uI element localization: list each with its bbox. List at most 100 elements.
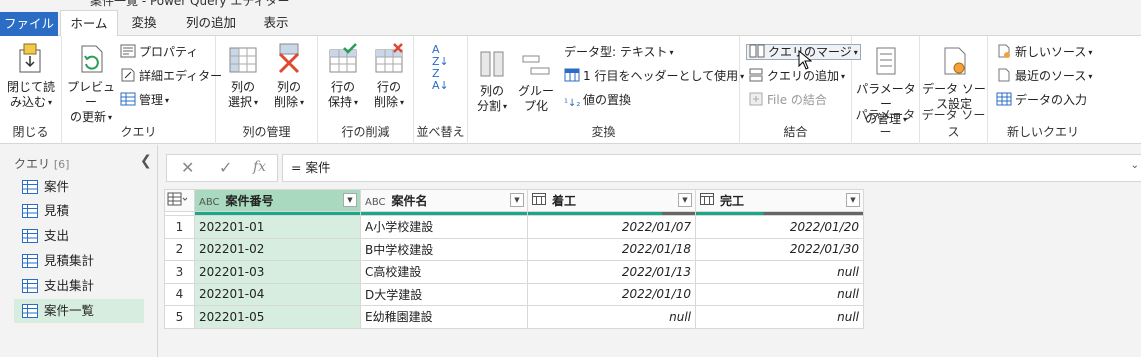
- tab-add-column[interactable]: 列の追加: [172, 10, 250, 36]
- replace-values-button[interactable]: ¹↓₂ 値の置換: [564, 90, 631, 110]
- cell[interactable]: B中学校建設: [360, 237, 528, 261]
- cell[interactable]: 2022/01/20: [695, 215, 864, 239]
- table-row: 5 202201-05 E幼稚園建設 null null: [164, 305, 864, 329]
- group-label-close: 閉じる: [12, 125, 49, 139]
- cell[interactable]: null: [695, 305, 864, 329]
- split-column-icon: [480, 51, 504, 77]
- filter-dropdown-icon[interactable]: ▼: [846, 193, 860, 207]
- cell[interactable]: 202201-05: [194, 305, 361, 329]
- cancel-icon[interactable]: ✕: [181, 158, 194, 177]
- cell[interactable]: C高校建設: [360, 260, 528, 284]
- row-number[interactable]: 1: [164, 215, 195, 239]
- tab-file[interactable]: ファイル: [0, 12, 58, 36]
- expand-formula-icon[interactable]: ⌄: [1131, 160, 1139, 171]
- table-icon: [120, 92, 136, 106]
- table-icon: [22, 304, 38, 318]
- properties-button[interactable]: プロパティ: [120, 42, 198, 62]
- keep-rows-button[interactable]: 行の 保持 ▾: [320, 42, 366, 110]
- table-row: 4 202201-04 D大学建設 2022/01/10 null: [164, 282, 864, 306]
- query-item[interactable]: 支出: [14, 224, 144, 248]
- cell[interactable]: 202201-01: [194, 215, 361, 239]
- table-menu-icon: [167, 192, 188, 206]
- queries-pane: クエリ [6] ❮ 案件 見積 支出 見積集計 支出集計 案件一覧: [0, 145, 158, 357]
- date-type-icon[interactable]: [532, 193, 546, 208]
- query-item-selected[interactable]: 案件一覧: [14, 299, 144, 323]
- table-menu-button[interactable]: [164, 189, 195, 212]
- new-source-button[interactable]: 新しいソース ▾: [996, 42, 1092, 62]
- column-header[interactable]: ABC 案件番号 ▼: [194, 189, 361, 212]
- group-parameters: パラメーター の管理 ▾ パラメーター: [852, 36, 920, 144]
- date-type-icon[interactable]: [700, 193, 714, 208]
- enter-data-icon: [996, 92, 1012, 106]
- cell[interactable]: 2022/01/13: [527, 260, 696, 284]
- combine-files-icon: [749, 92, 763, 106]
- data-grid: ABC 案件番号 ▼ ABC 案件名 ▼ 着工 ▼ 完工 ▼ 1 202201-01 A小学…: [164, 189, 864, 329]
- recent-sources-button[interactable]: 最近のソース ▾: [996, 66, 1092, 86]
- split-column-button[interactable]: 列の 分割 ▾: [472, 46, 512, 114]
- header-row: ABC 案件番号 ▼ ABC 案件名 ▼ 着工 ▼ 完工 ▼: [164, 189, 864, 212]
- query-item[interactable]: 見積集計: [14, 249, 144, 273]
- refresh-preview-button[interactable]: プレビュー の更新 ▾: [66, 42, 116, 125]
- cell[interactable]: null: [695, 260, 864, 284]
- cell[interactable]: null: [527, 305, 696, 329]
- close-and-load-button[interactable]: 閉じて読 み込む ▾: [4, 42, 58, 110]
- choose-columns-button[interactable]: 列の 選択 ▾: [220, 42, 266, 110]
- text-type-icon[interactable]: ABC: [199, 197, 220, 208]
- filter-dropdown-icon[interactable]: ▼: [510, 193, 524, 207]
- fx-icon[interactable]: fx: [253, 159, 266, 175]
- enter-data-button[interactable]: データの入力: [996, 90, 1087, 110]
- sort-ascending-button[interactable]: A Z↓: [432, 44, 449, 68]
- tab-home[interactable]: ホーム: [60, 10, 118, 36]
- group-close: 閉じて読 み込む ▾ 閉じる: [0, 36, 62, 144]
- use-first-row-as-headers-button[interactable]: 1 行目をヘッダーとして使用 ▾: [564, 66, 744, 86]
- manage-button[interactable]: 管理 ▾: [120, 90, 169, 110]
- group-by-button[interactable]: グルー プ化: [516, 46, 556, 114]
- cell[interactable]: 2022/01/10: [527, 282, 696, 306]
- column-header[interactable]: 着工 ▼: [527, 189, 696, 212]
- append-icon: [749, 68, 763, 82]
- tab-view[interactable]: 表示: [252, 10, 300, 36]
- group-reduce-rows: 行の 保持 ▾ 行の 削除 ▾ 行の削減: [318, 36, 414, 144]
- remove-columns-button[interactable]: 列の 削除 ▾: [266, 42, 312, 110]
- row-number[interactable]: 4: [164, 282, 195, 306]
- cell[interactable]: null: [695, 282, 864, 306]
- keep-rows-icon: [329, 43, 357, 73]
- data-source-settings-button[interactable]: データ ソー ス設定: [922, 44, 986, 112]
- sort-descending-button[interactable]: Z A↓: [432, 68, 449, 92]
- row-number[interactable]: 2: [164, 237, 195, 261]
- group-query: プレビュー の更新 ▾ プロパティ 詳細エディター 管理 ▾ クエリ: [62, 36, 222, 144]
- filter-dropdown-icon[interactable]: ▼: [678, 193, 692, 207]
- row-number[interactable]: 3: [164, 260, 195, 284]
- query-item[interactable]: 見積: [14, 199, 144, 223]
- query-item[interactable]: 案件: [14, 175, 144, 199]
- group-combine: クエリのマージ ▾ クエリの追加 ▾ File の結合 結合: [740, 36, 861, 144]
- row-number[interactable]: 5: [164, 305, 195, 329]
- formula-input[interactable]: = 案件: [282, 154, 1141, 182]
- cell[interactable]: 202201-02: [194, 237, 361, 261]
- cell[interactable]: 2022/01/30: [695, 237, 864, 261]
- advanced-editor-button[interactable]: 詳細エディター: [120, 66, 222, 86]
- cell[interactable]: D大学建設: [360, 282, 528, 306]
- cell[interactable]: 2022/01/18: [527, 237, 696, 261]
- editor-icon: [121, 68, 135, 82]
- remove-rows-button[interactable]: 行の 削除 ▾: [366, 42, 412, 110]
- column-header[interactable]: 完工 ▼: [695, 189, 864, 212]
- text-type-icon[interactable]: ABC: [365, 197, 386, 208]
- cell[interactable]: 2022/01/07: [527, 215, 696, 239]
- table-icon: [22, 279, 38, 293]
- column-header[interactable]: ABC 案件名 ▼: [360, 189, 528, 212]
- confirm-icon[interactable]: ✓: [219, 158, 232, 177]
- data-type-dropdown[interactable]: データ型: テキスト ▾: [564, 42, 674, 62]
- filter-dropdown-icon[interactable]: ▼: [343, 193, 357, 207]
- cell[interactable]: A小学校建設: [360, 215, 528, 239]
- group-label-data-source: データ ソース: [921, 108, 986, 139]
- cell[interactable]: E幼稚園建設: [360, 305, 528, 329]
- combine-files-button[interactable]: File の結合: [748, 90, 827, 110]
- query-item[interactable]: 支出集計: [14, 274, 144, 298]
- tab-transform[interactable]: 変換: [118, 10, 170, 36]
- cell[interactable]: 202201-04: [194, 282, 361, 306]
- cell[interactable]: 202201-03: [194, 260, 361, 284]
- collapse-pane-icon[interactable]: ❮: [140, 153, 152, 169]
- append-queries-button[interactable]: クエリの追加 ▾: [748, 66, 845, 86]
- data-source-settings-icon: [944, 47, 966, 75]
